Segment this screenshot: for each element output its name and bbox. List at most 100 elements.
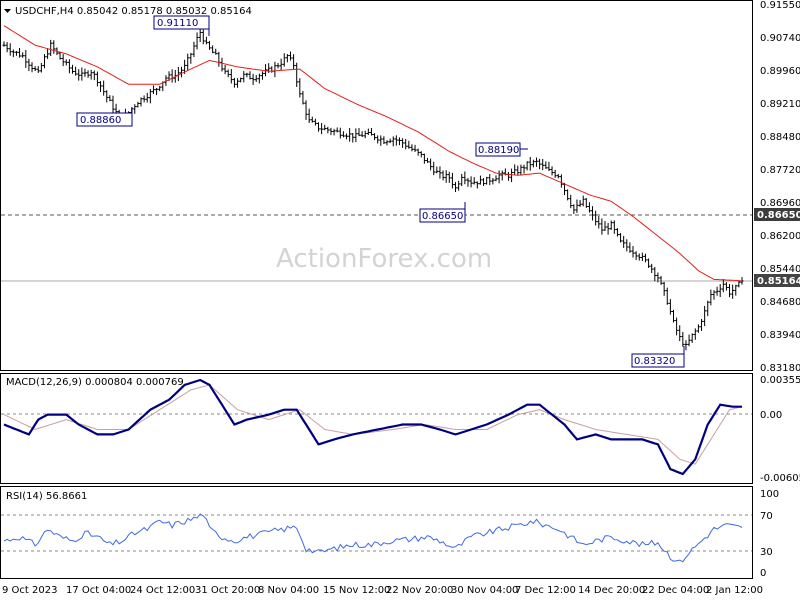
price-bar: [653, 267, 657, 282]
price-bar: [538, 158, 542, 170]
price-bar: [282, 53, 286, 67]
price-bar: [438, 166, 442, 179]
macd-panel-frame: [0, 373, 753, 484]
symbol-dropdown-icon[interactable]: [4, 9, 11, 13]
price-bar: [208, 40, 212, 50]
price-bar: [95, 71, 99, 87]
annotation-high-0.91110: 0.91110: [153, 15, 210, 36]
price-bar: [463, 171, 467, 185]
price-bar: [693, 328, 697, 340]
price-bar: [578, 200, 582, 207]
price-bar: [494, 175, 498, 182]
price-bar: [612, 220, 616, 234]
price-bar: [485, 176, 489, 185]
price-bar: [510, 168, 514, 183]
price-bar: [422, 153, 426, 164]
price-bar: [734, 284, 738, 296]
time-tick: 8 Nov 04:00: [258, 585, 319, 596]
price-bar: [587, 202, 591, 213]
macd-tick: 0.003555: [760, 375, 800, 386]
price-bar: [270, 66, 274, 73]
rsi-panel-frame: [0, 486, 753, 579]
price-bar: [102, 80, 106, 96]
level-badge-current-price: 0.85164: [754, 274, 800, 287]
price-bar: [678, 325, 682, 342]
time-tick: 7 Dec 12:00: [515, 585, 576, 596]
watermark: ActionForex.com: [276, 244, 492, 274]
price-bar: [385, 140, 389, 146]
price-bar: [416, 148, 420, 156]
price-bar: [572, 204, 576, 214]
price-bar: [301, 90, 305, 105]
price-bar: [454, 181, 458, 192]
price-bar: [472, 177, 476, 185]
moving-average-line: [3, 25, 743, 282]
price-bar: [36, 66, 40, 73]
price-bar: [242, 71, 246, 83]
price-bar: [148, 89, 152, 104]
price-bar: [388, 138, 392, 144]
price-bar: [566, 189, 570, 201]
price-bar: [628, 242, 632, 253]
time-tick: 15 Nov 12:00: [323, 585, 390, 596]
price-bar: [329, 127, 333, 136]
price-bar: [715, 286, 719, 296]
rsi-axis: 100 70 30 0: [760, 489, 779, 579]
price-bar: [158, 85, 162, 92]
price-bar: [647, 258, 651, 268]
price-bar: [42, 54, 46, 69]
price-bar: [348, 128, 352, 142]
price-bar: [83, 68, 87, 77]
price-bar: [671, 309, 675, 323]
price-bar: [366, 128, 370, 136]
annotation-label: 0.91110: [157, 18, 198, 29]
price-bar: [80, 67, 84, 81]
price-bar: [681, 331, 685, 347]
price-bar: [307, 108, 311, 123]
price-bar: [176, 66, 180, 82]
level-badge-support: 0.86650: [754, 208, 800, 221]
price-tick: 0.91550: [760, 0, 800, 11]
price-bar: [18, 47, 22, 58]
price-bar: [404, 138, 408, 150]
price-bar: [687, 334, 691, 347]
price-bar: [718, 284, 722, 297]
price-bar: [478, 175, 482, 185]
price-bar: [92, 70, 96, 81]
price-bar: [64, 59, 68, 66]
price-bar: [332, 128, 336, 136]
price-bar: [703, 305, 707, 327]
price-bar: [488, 173, 492, 186]
price-bar: [696, 324, 700, 333]
price-tick: 0.84680: [760, 297, 800, 308]
price-bar: [260, 71, 264, 80]
price-bar: [444, 170, 448, 183]
price-bar: [401, 138, 405, 148]
price-bar: [457, 180, 461, 191]
price-bar: [251, 73, 255, 85]
price-bar: [195, 32, 199, 50]
macd-tick: -0.00605: [760, 473, 800, 484]
price-bar: [640, 252, 644, 262]
price-bar: [204, 36, 208, 45]
price-bar: [292, 54, 296, 70]
time-tick: 17 Oct 04:00: [66, 585, 131, 596]
price-bar: [665, 287, 669, 305]
price-bar: [569, 194, 573, 209]
price-bar: [14, 50, 18, 56]
price-tick: 0.83940: [760, 330, 800, 341]
price-bar: [634, 251, 638, 261]
price-bar: [279, 58, 283, 70]
price-bar: [5, 42, 9, 53]
price-bar: [432, 161, 436, 176]
level-badge-label: 0.86650: [757, 210, 800, 221]
price-bar: [376, 135, 380, 144]
price-bar: [326, 126, 330, 134]
annotation-low-0.88860: 0.88860: [76, 107, 133, 127]
time-tick: 2 Jan 12:00: [706, 585, 763, 596]
price-tick: 0.87720: [760, 165, 800, 176]
price-bar: [516, 165, 520, 176]
macd-signal-line: [3, 384, 743, 465]
price-bar: [363, 130, 367, 139]
price-bar: [139, 97, 143, 107]
